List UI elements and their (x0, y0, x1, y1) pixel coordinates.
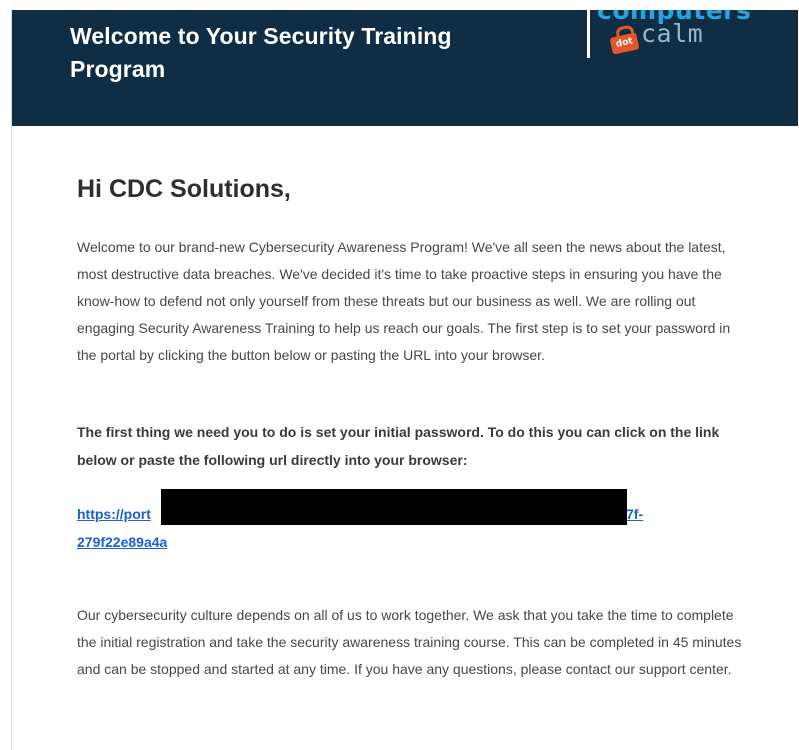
email-header: Welcome to Your Security Training Progra… (12, 10, 798, 126)
logo-wordmark-bottom: calm (641, 19, 704, 48)
logo-badge: dot (609, 32, 640, 55)
company-logo: computers dot calm (587, 10, 787, 62)
email-title: Welcome to Your Security Training Progra… (70, 23, 452, 82)
closing-paragraph: Our cybersecurity culture depends on all… (77, 607, 742, 677)
instruction-paragraph: The first thing we need you to do is set… (77, 424, 720, 468)
password-reset-link-end[interactable]: 279f22e89a4a (77, 528, 167, 556)
password-reset-link-middle[interactable]: 7f- (626, 500, 643, 528)
email-body: Welcome to Your Security Training Progra… (11, 10, 798, 750)
password-reset-link-start[interactable]: https://port (77, 500, 151, 528)
greeting: Hi CDC Solutions, (77, 175, 291, 203)
email-content: Hi CDC Solutions, Welcome to our brand-n… (12, 126, 798, 750)
intro-paragraph: Welcome to our brand-new Cybersecurity A… (77, 239, 731, 363)
redaction-bar (161, 489, 627, 525)
padlock-icon: dot (609, 24, 640, 55)
logo-divider (587, 10, 590, 58)
